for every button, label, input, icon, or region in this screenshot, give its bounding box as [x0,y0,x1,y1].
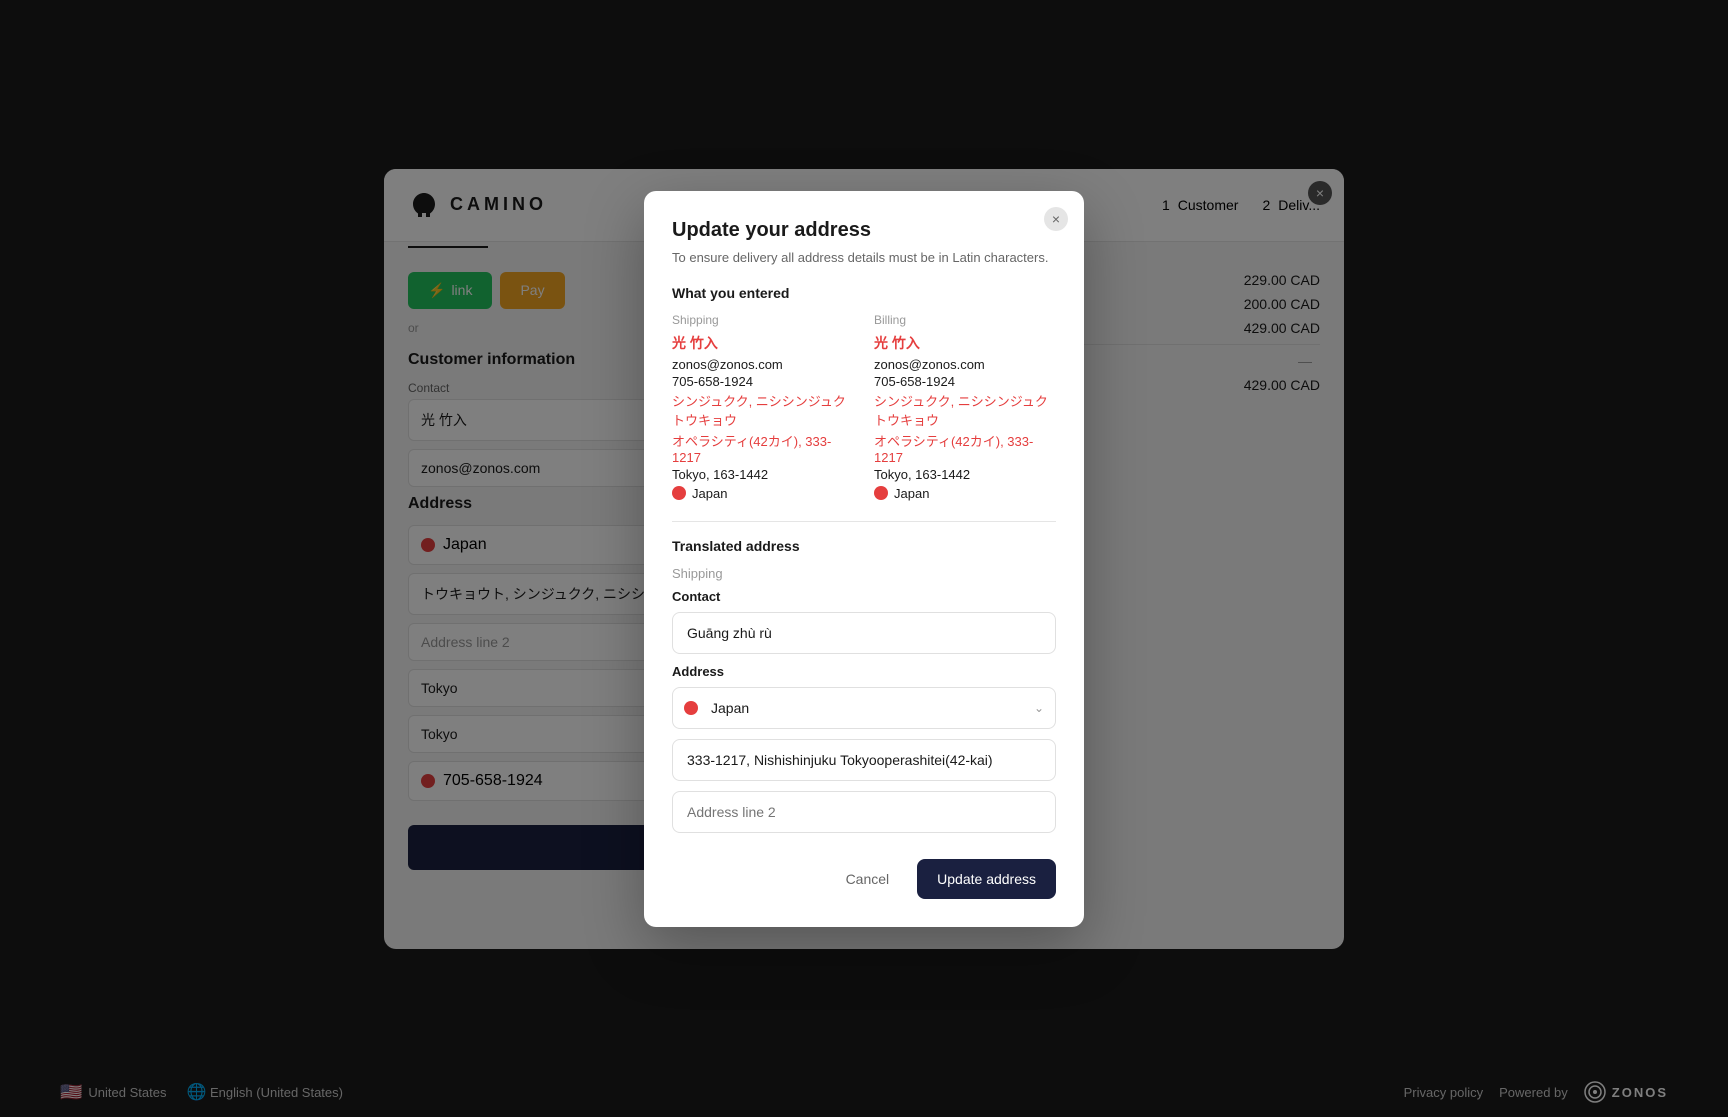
billing-addr-japanese-2: オペラシティ(42カイ), 333-1217 [874,431,1056,465]
billing-column: Billing 光 竹入 zonos@zonos.com 705-658-192… [874,313,1056,501]
modal-close-icon: × [1052,211,1060,227]
modal-divider-1 [672,521,1056,522]
country-select[interactable]: Japan [672,687,1056,729]
shipping-column: Shipping 光 竹入 zonos@zonos.com 705-658-19… [672,313,854,501]
billing-country-row: Japan [874,486,1056,501]
shipping-country: Japan [692,486,727,501]
shipping-flag [672,486,686,500]
address-columns: Shipping 光 竹入 zonos@zonos.com 705-658-19… [672,313,1056,501]
billing-flag [874,486,888,500]
country-select-wrapper: Japan ⌄ [672,687,1056,729]
billing-name-japanese: 光 竹入 [874,333,1056,353]
shipping-addr-japanese-2: オペラシティ(42カイ), 333-1217 [672,431,854,465]
billing-phone: 705-658-1924 [874,374,1056,389]
modal-subtitle: To ensure delivery all address details m… [672,250,1056,265]
address-line2-input[interactable] [672,791,1056,833]
billing-col-label: Billing [874,313,1056,327]
contact-input[interactable] [672,612,1056,654]
address-section-heading: Address [672,664,1056,679]
shipping-email: zonos@zonos.com [672,357,854,372]
shipping-phone: 705-658-1924 [672,374,854,389]
shipping-city-state: Tokyo, 163-1442 [672,467,854,482]
billing-city-state: Tokyo, 163-1442 [874,467,1056,482]
country-flag-indicator [684,701,698,715]
what-you-entered-heading: What you entered [672,285,1056,301]
modal-overlay: × Update your address To ensure delivery… [0,0,1728,1117]
cancel-button[interactable]: Cancel [830,859,906,899]
modal-footer: Cancel Update address [672,859,1056,899]
shipping-col-label: Shipping [672,313,854,327]
shipping-addr-japanese-1: シンジュクク, ニシシンジュクトウキョウ [672,391,854,429]
shipping-name-japanese: 光 竹入 [672,333,854,353]
contact-section-heading: Contact [672,589,1056,604]
update-address-button[interactable]: Update address [917,859,1056,899]
update-address-modal: × Update your address To ensure delivery… [644,191,1084,927]
billing-country: Japan [894,486,929,501]
modal-close-button[interactable]: × [1044,207,1068,231]
shipping-country-row: Japan [672,486,854,501]
billing-addr-japanese-1: シンジュクク, ニシシンジュクトウキョウ [874,391,1056,429]
address-line1-input[interactable] [672,739,1056,781]
translated-address-heading: Translated address [672,538,1056,554]
billing-email: zonos@zonos.com [874,357,1056,372]
shipping-sub-heading: Shipping [672,566,1056,581]
modal-title: Update your address [672,219,1056,242]
